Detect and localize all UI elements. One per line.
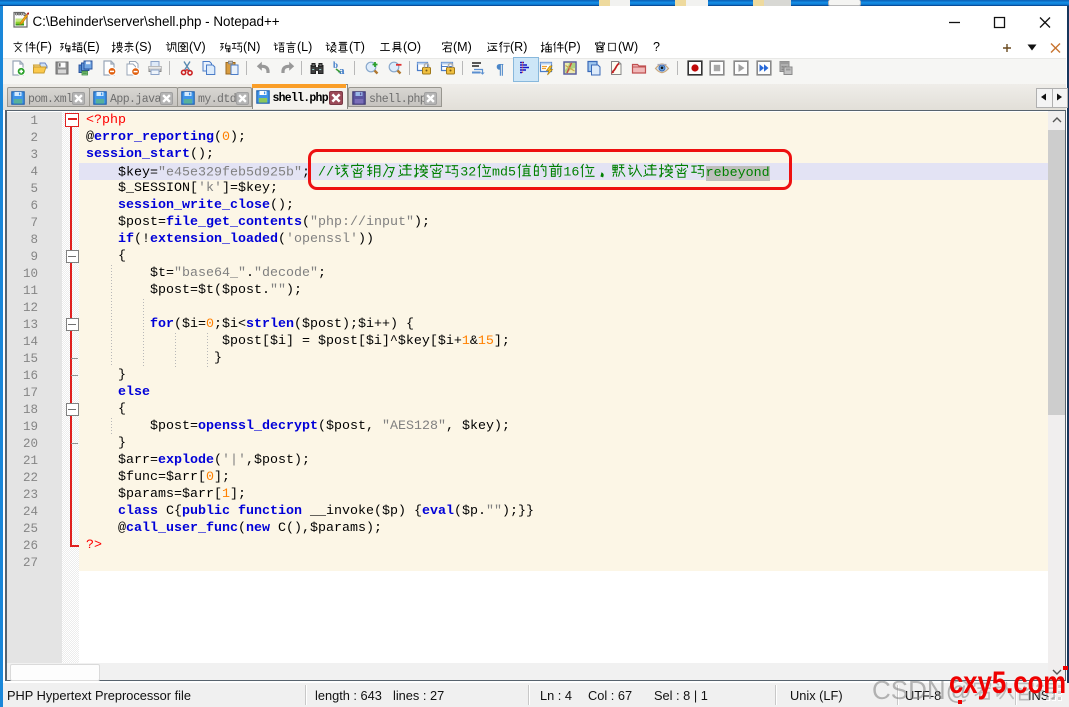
svg-text:a: a bbox=[339, 65, 345, 76]
svg-text:b: b bbox=[333, 60, 338, 70]
svg-text:¶: ¶ bbox=[496, 62, 504, 77]
